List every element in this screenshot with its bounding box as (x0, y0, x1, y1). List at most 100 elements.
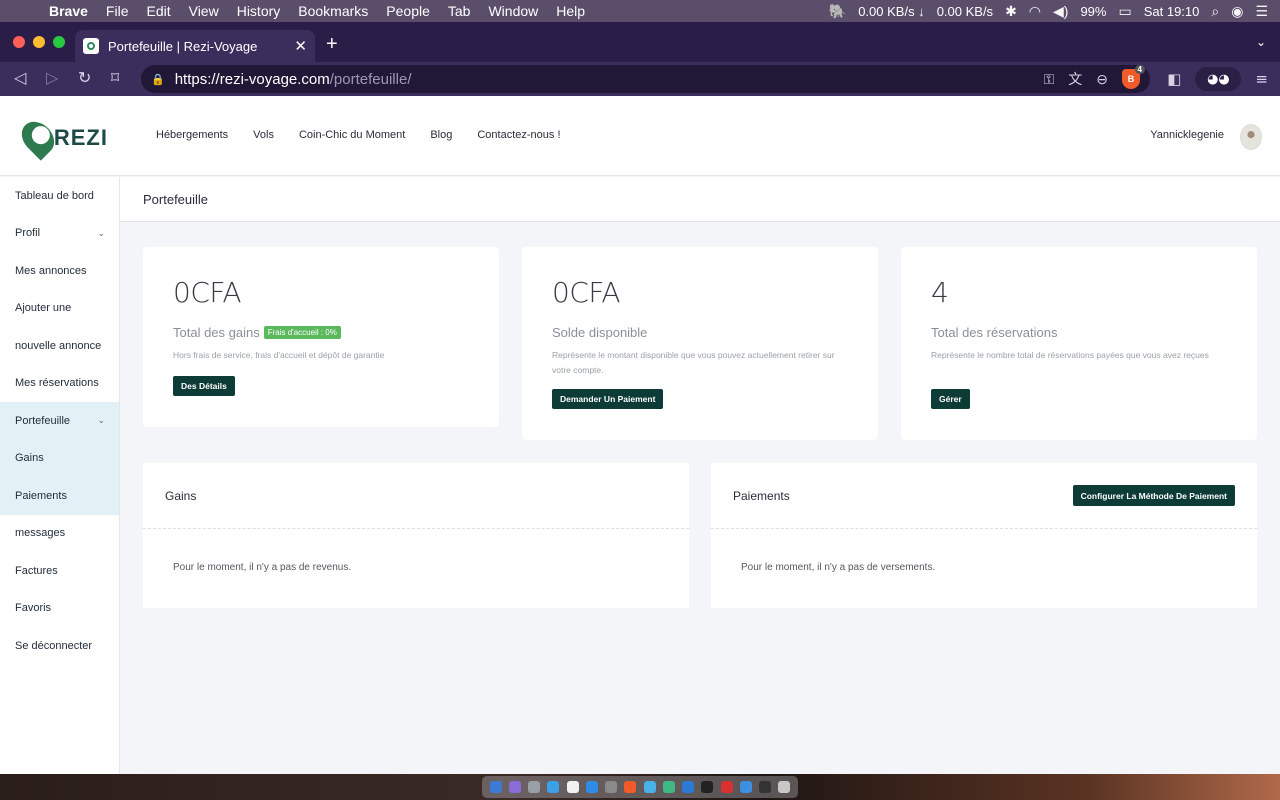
window-minimize-button[interactable] (33, 36, 45, 48)
key-icon[interactable]: ⚿ (1044, 71, 1055, 88)
reload-icon[interactable]: ↻ (78, 68, 91, 87)
tab-search-chevron-icon[interactable]: ⌄ (1256, 35, 1266, 49)
url-path: /portefeuille/ (329, 70, 412, 88)
launchpad-icon[interactable] (528, 781, 541, 793)
finder-icon[interactable] (489, 781, 502, 793)
window-zoom-button[interactable] (53, 36, 65, 48)
battery-icon[interactable]: ▭ (1118, 3, 1131, 20)
menu-bookmarks[interactable]: Bookmarks (289, 3, 377, 19)
bookmark-icon[interactable]: ⌑ (111, 68, 119, 87)
vscode-icon[interactable] (682, 781, 695, 793)
terminal-icon[interactable] (701, 781, 714, 793)
lock-icon[interactable]: 🔒 (151, 73, 165, 86)
rezi-logo[interactable]: REZI (15, 115, 108, 161)
menu-file[interactable]: File (97, 3, 138, 19)
bluetooth-icon[interactable]: ✱ (1005, 3, 1017, 20)
network-up-readout: 0.00 KB/s (936, 3, 994, 19)
sidebar-item-label: Portefeuille (15, 414, 71, 427)
username-link[interactable]: Yannicklegenie (1150, 129, 1224, 141)
nav-coin-chic[interactable]: Coin-Chic du Moment (299, 129, 405, 141)
sidebar-item-label: Tableau de bord (15, 189, 94, 202)
sidebar-item-portefeuille[interactable]: Portefeuille ⌄ (0, 402, 119, 440)
sidebar-item-se-deconnecter[interactable]: Se déconnecter (0, 627, 119, 665)
sidebar-item-mes-annonces[interactable]: Mes annonces (0, 252, 119, 290)
sidebar-item-paiements[interactable]: Paiements (0, 477, 119, 515)
browser-tabstrip: Portefeuille | Rezi-Voyage ✕ + ⌄ (0, 22, 1280, 62)
sidebar-item-favoris[interactable]: Favoris (0, 590, 119, 628)
siri-icon[interactable]: ◉ (1231, 3, 1243, 20)
tab-close-icon[interactable]: ✕ (294, 37, 307, 55)
brave-icon[interactable] (624, 781, 637, 793)
app-store-icon[interactable] (585, 781, 598, 793)
sidebar-item-label: Mes réservations (15, 377, 99, 390)
preview-icon[interactable] (739, 781, 752, 793)
battery-percent[interactable]: 99% (1080, 4, 1106, 19)
wifi-icon[interactable]: ◠ (1029, 3, 1041, 20)
new-tab-button[interactable]: + (326, 34, 338, 54)
sidebar-item-profil[interactable]: Profil ⌄ (0, 215, 119, 253)
notification-center-icon[interactable]: ☰ (1255, 3, 1268, 20)
volume-icon[interactable]: ◀) (1053, 3, 1068, 20)
sidebar-item-gains[interactable]: Gains (0, 439, 119, 477)
private-glasses-icon[interactable]: ◕◕ (1195, 67, 1242, 91)
sidebar-item-mes-reservations[interactable]: Mes réservations (0, 365, 119, 403)
menu-tab[interactable]: Tab (439, 3, 480, 19)
total-reservations-label: Total des réservations (931, 325, 1058, 340)
sidebar-toggle-icon[interactable]: ◧ (1167, 70, 1181, 88)
menu-window[interactable]: Window (479, 3, 547, 19)
window-close-button[interactable] (13, 36, 25, 48)
brave-shields-icon[interactable]: B4 (1122, 65, 1145, 89)
nav-vols[interactable]: Vols (253, 129, 274, 141)
payments-panel-header: Paiements Configurer La Méthode De Paiem… (711, 463, 1257, 529)
android-studio-icon[interactable] (643, 781, 656, 793)
browser-toolbar: ◁ ▷ ↻ ⌑ 🔒 https://rezi-voyage.com/portef… (0, 62, 1280, 96)
sidebar-item-nouvelle-annonce[interactable]: nouvelle annonce (0, 327, 119, 365)
screen-icon[interactable] (759, 781, 772, 793)
sidebar-item-factures[interactable]: Factures (0, 552, 119, 590)
anydesk-icon[interactable] (720, 781, 733, 793)
elephant-icon[interactable]: 🐘 (829, 3, 846, 20)
configure-payment-method-button[interactable]: Configurer La Méthode De Paiement (1072, 485, 1235, 506)
spotlight-search-icon[interactable]: ⌕ (1211, 3, 1219, 20)
sidebar-item-tableau-de-bord[interactable]: Tableau de bord (0, 177, 119, 215)
back-arrow-icon[interactable]: ◁ (14, 68, 26, 87)
house-pin-icon (15, 115, 61, 161)
menu-app-brave[interactable]: Brave (40, 3, 97, 19)
total-reservations-value: 4 (931, 276, 949, 309)
safari-icon[interactable] (547, 781, 560, 793)
nav-blog[interactable]: Blog (430, 129, 452, 141)
menu-help[interactable]: Help (547, 3, 594, 19)
address-bar[interactable]: 🔒 https://rezi-voyage.com/portefeuille/ … (141, 65, 1150, 93)
browser-menu-icon[interactable]: ≡ (1255, 70, 1268, 88)
sidebar-item-ajouter-annonce[interactable]: Ajouter une (0, 290, 119, 328)
menu-view[interactable]: View (180, 3, 228, 19)
menu-history[interactable]: History (228, 3, 290, 19)
sidebar-item-label: Paiements (15, 489, 67, 502)
avatar[interactable] (1240, 124, 1262, 150)
details-button[interactable]: Des Détails (173, 376, 235, 396)
available-balance-card: 0CFA Solde disponible Représente le mont… (522, 247, 878, 440)
calendar-icon[interactable] (566, 781, 579, 793)
sidebar-item-label: messages (15, 527, 66, 540)
menu-edit[interactable]: Edit (137, 3, 179, 19)
manage-button[interactable]: Gérer (931, 389, 970, 409)
siri-dock-icon[interactable] (508, 781, 521, 793)
website-viewport: REZI Hébergements Vols Coin-Chic du Mome… (0, 96, 1280, 774)
browser-tab-active[interactable]: Portefeuille | Rezi-Voyage ✕ (75, 30, 315, 62)
request-payment-button[interactable]: Demander Un Paiement (552, 389, 664, 409)
chevron-down-icon: ⌄ (97, 415, 105, 426)
menu-people[interactable]: People (377, 3, 439, 19)
sidebar-item-messages[interactable]: messages (0, 515, 119, 553)
nav-hebergements[interactable]: Hébergements (156, 129, 228, 141)
nav-contact[interactable]: Contactez-nous ! (477, 129, 560, 141)
system-preferences-icon[interactable] (605, 781, 618, 793)
menubar-status-area: 🐘 0.00 KB/s ↓ 0.00 KB/s ✱ ◠ ◀) 99% ▭ Sat… (829, 3, 1280, 20)
macos-menubar: Brave File Edit View History Bookmarks P… (0, 0, 1280, 22)
translate-icon[interactable]: 文 (1068, 69, 1082, 89)
forward-arrow-icon[interactable]: ▷ (46, 68, 58, 87)
zoom-icon[interactable]: ⊖ (1096, 71, 1108, 88)
total-earnings-value: 0CFA (173, 276, 242, 309)
trash-icon[interactable] (778, 781, 791, 793)
editor-icon[interactable] (662, 781, 675, 793)
clock[interactable]: Sat 19:10 (1144, 4, 1200, 19)
